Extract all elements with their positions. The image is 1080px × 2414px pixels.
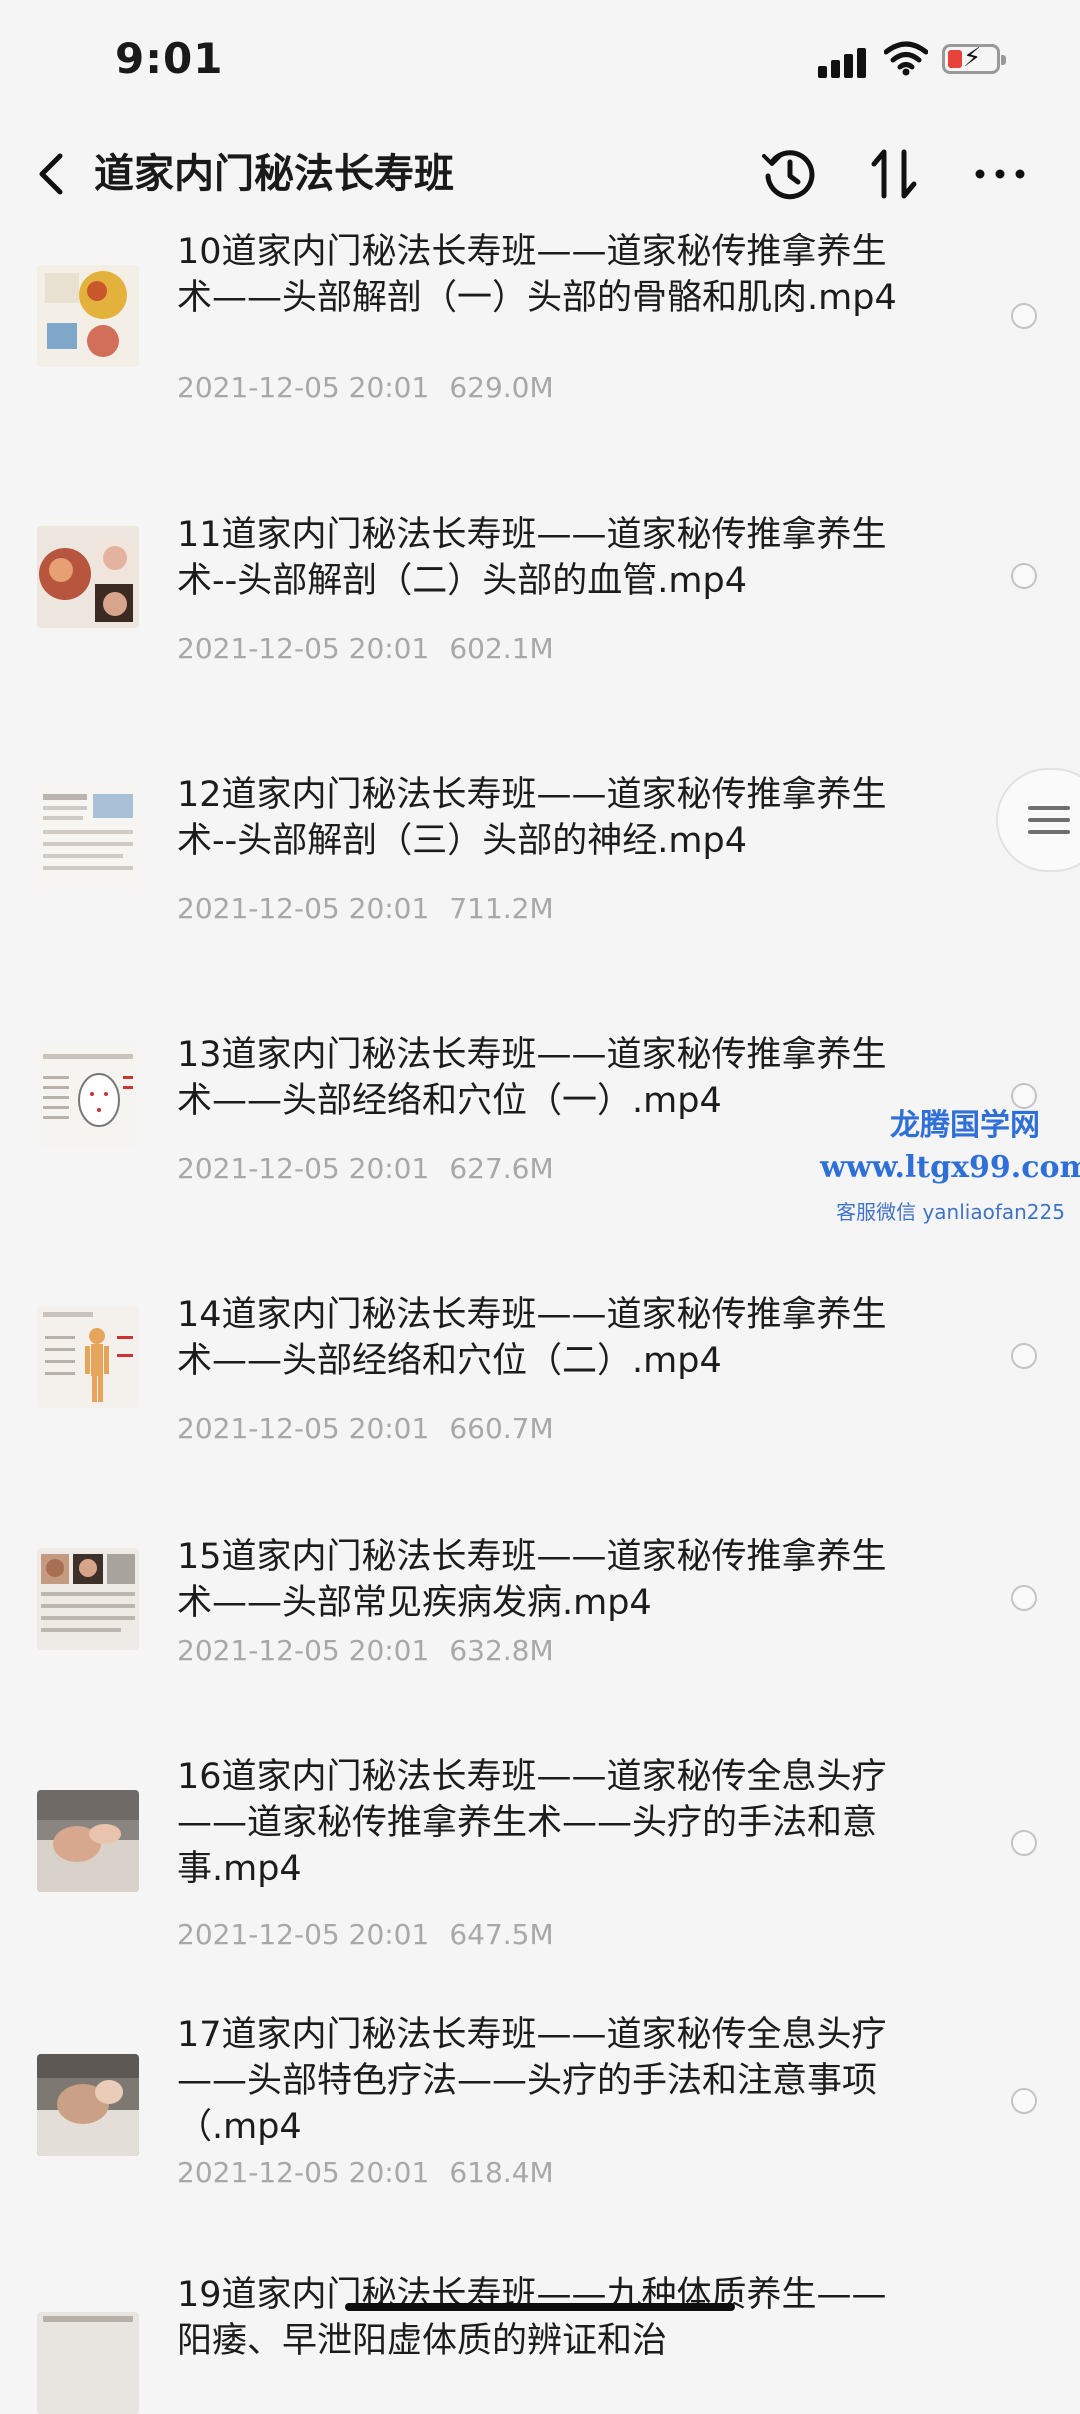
file-size: 602.1M (449, 632, 554, 665)
home-indicator (345, 2303, 735, 2311)
file-date: 2021-12-05 20:01 (177, 1152, 430, 1185)
select-radio[interactable] (1011, 1585, 1037, 1611)
watermark-brand: 龙腾国学网 (890, 1108, 1040, 1143)
file-meta: 2021-12-05 20:01 711.2M (177, 892, 554, 925)
select-radio[interactable] (1011, 563, 1037, 589)
watermark-contact: 客服微信 yanliaofan225 (836, 1200, 1065, 1224)
file-meta: 2021-12-05 20:01 629.0M (177, 371, 554, 404)
select-radio[interactable] (1011, 1830, 1037, 1856)
file-name: 17道家内门秘法长寿班——道家秘传全息头疗——头部特色疗法——头疗的手法和注意事… (177, 2015, 887, 2147)
file-size: 629.0M (449, 371, 554, 404)
file-meta: 2021-12-05 20:01 660.7M (177, 1412, 554, 1445)
file-meta: 2021-12-05 20:01 632.8M (177, 1634, 554, 1667)
video-thumbnail (37, 1790, 139, 1892)
select-radio[interactable] (1011, 2088, 1037, 2114)
file-name: 14道家内门秘法长寿班——道家秘传推拿养生术——头部经络和穴位（二）.mp4 (177, 1295, 887, 1381)
video-thumbnail (37, 2054, 139, 2156)
file-name: 19道家内门秘法长寿班——九种体质养生——阳痿、早泄阳虚体质的辨证和治 (177, 2275, 887, 2361)
file-size: 618.4M (449, 2156, 554, 2189)
select-radio[interactable] (1011, 1343, 1037, 1369)
file-meta: 2021-12-05 20:01 647.5M (177, 1918, 554, 1951)
file-date: 2021-12-05 20:01 (177, 1634, 430, 1667)
file-size: 627.6M (449, 1152, 554, 1185)
file-size: 660.7M (449, 1412, 554, 1445)
file-name: 12道家内门秘法长寿班——道家秘传推拿养生术--头部解剖（三）头部的神经.mp4 (177, 775, 887, 861)
file-date: 2021-12-05 20:01 (177, 632, 430, 665)
file-meta: 2021-12-05 20:01 602.1M (177, 632, 554, 665)
video-thumbnail (37, 2312, 139, 2414)
file-date: 2021-12-05 20:01 (177, 2156, 430, 2189)
file-date: 2021-12-05 20:01 (177, 892, 430, 925)
file-name: 16道家内门秘法长寿班——道家秘传全息头疗——道家秘传推拿养生术——头疗的手法和… (177, 1757, 887, 1889)
file-date: 2021-12-05 20:01 (177, 371, 430, 404)
select-radio[interactable] (1011, 303, 1037, 329)
file-name: 15道家内门秘法长寿班——道家秘传推拿养生术——头部常见疾病发病.mp4 (177, 1537, 887, 1623)
video-thumbnail (37, 1306, 139, 1408)
file-name: 10道家内门秘法长寿班——道家秘传推拿养生术——头部解剖（一）头部的骨骼和肌肉.… (177, 232, 897, 318)
video-thumbnail (37, 1548, 139, 1650)
file-date: 2021-12-05 20:01 (177, 1412, 430, 1445)
watermark-url: www.ltgx99.com (820, 1150, 1080, 1185)
file-date: 2021-12-05 20:01 (177, 1918, 430, 1951)
file-size: 711.2M (449, 892, 554, 925)
video-thumbnail (37, 786, 139, 888)
video-thumbnail (37, 1046, 139, 1148)
video-thumbnail (37, 526, 139, 628)
file-meta: 2021-12-05 20:01 618.4M (177, 2156, 554, 2189)
file-meta: 2021-12-05 20:01 627.6M (177, 1152, 554, 1185)
file-size: 632.8M (449, 1634, 554, 1667)
video-thumbnail (37, 265, 139, 367)
file-size: 647.5M (449, 1918, 554, 1951)
file-name: 13道家内门秘法长寿班——道家秘传推拿养生术——头部经络和穴位（一）.mp4 (177, 1035, 887, 1121)
file-name: 11道家内门秘法长寿班——道家秘传推拿养生术--头部解剖（二）头部的血管.mp4 (177, 515, 887, 601)
